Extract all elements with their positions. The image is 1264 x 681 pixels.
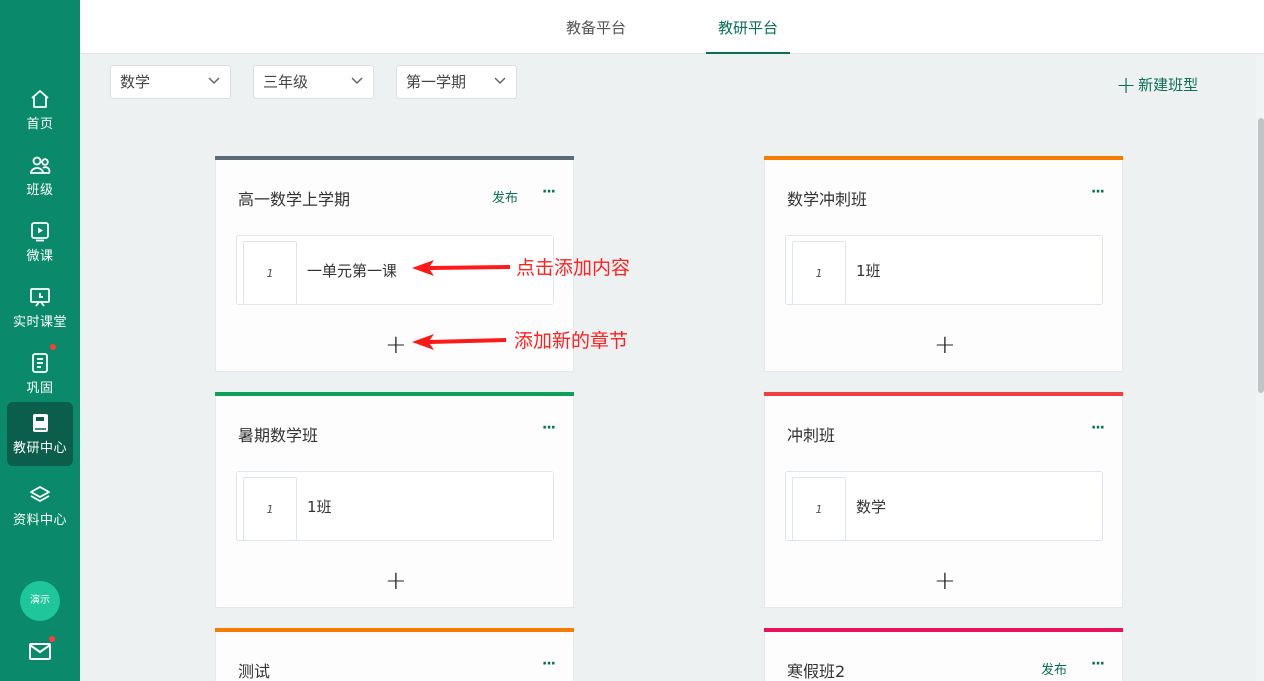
card-title: 高一数学上学期 [238,190,351,209]
lesson-item[interactable]: 1 数学 [785,471,1103,541]
sidebar-item-label: 巩固 [26,381,54,396]
lesson-number: 1 [243,241,297,305]
mail-icon[interactable] [28,640,52,662]
sidebar-item-resource-center[interactable]: 资料中心 [7,474,73,536]
layers-icon [30,486,50,502]
sidebar-item-research-center[interactable]: 教研中心 [7,402,73,466]
sidebar-item-label: 实时课堂 [12,315,67,330]
class-card: 暑期数学班 ··· 1 1班 + [215,392,574,608]
sidebar-item-label: 班级 [26,183,54,198]
annotation-click-add-content: 点击添加内容 [516,257,631,279]
card-color-bar [215,156,574,160]
tab-teaching-research[interactable]: 教研平台 [706,0,790,54]
add-chapter-button[interactable]: + [385,332,407,358]
lesson-number: 1 [243,477,297,541]
sidebar-item-home[interactable]: 首页 [7,78,73,140]
scrollbar-thumb[interactable] [1258,118,1264,393]
sidebar: 首页 班级 微课 实时课堂 巩固 教研中心 资料中心 演示 [0,0,80,681]
tab-lesson-prep[interactable]: 教备平台 [562,0,630,54]
class-card: 寒假班2 发布 ··· [764,628,1123,681]
home-icon [31,90,49,108]
card-color-bar [215,628,574,632]
users-icon [30,156,51,174]
card-title: 测试 [238,662,271,681]
more-options-icon[interactable]: ··· [1091,656,1105,672]
card-title: 冲刺班 [787,426,836,445]
publish-button[interactable]: 发布 [1041,659,1067,678]
sidebar-item-label: 教研中心 [12,441,67,456]
grade-select-value: 三年级 [263,73,309,91]
sidebar-item-label: 微课 [26,249,54,264]
more-options-icon[interactable]: ··· [542,656,556,672]
sidebar-item-classes[interactable]: 班级 [7,144,73,206]
lesson-number: 1 [792,477,846,541]
chevron-down-icon [494,77,506,85]
term-select[interactable]: 第一学期 [396,65,517,99]
add-chapter-button[interactable]: + [934,568,956,594]
more-options-icon[interactable]: ··· [542,420,556,436]
class-card: 数学冲刺班 ··· 1 1班 + [764,156,1123,372]
sidebar-item-label: 资料中心 [12,513,67,528]
card-color-bar [764,156,1123,160]
sidebar-item-consolidate[interactable]: 巩固 [7,342,73,404]
subject-select[interactable]: 数学 [110,65,231,99]
card-color-bar [764,628,1123,632]
lesson-title: 数学 [856,498,887,516]
book-icon [33,414,48,432]
notification-dot [50,344,56,350]
lesson-item[interactable]: 1 1班 [236,471,554,541]
card-title: 数学冲刺班 [787,190,868,209]
lesson-number: 1 [792,241,846,305]
class-card: 冲刺班 ··· 1 数学 + [764,392,1123,608]
annotation-arrow-icon [412,260,510,276]
lesson-title: 一单元第一课 [307,262,398,280]
new-class-type-label: 新建班型 [1138,76,1199,94]
classroom-icon [30,288,50,307]
sidebar-item-microlesson[interactable]: 微课 [7,210,73,272]
mail-notification-dot [49,636,55,642]
lesson-item[interactable]: 1 1班 [785,235,1103,305]
annotation-add-new-chapter: 添加新的章节 [514,330,629,352]
avatar[interactable]: 演示 [20,581,60,621]
grade-select[interactable]: 三年级 [253,65,374,99]
more-options-icon[interactable]: ··· [1091,420,1105,436]
subject-select-value: 数学 [120,73,151,91]
publish-button[interactable]: 发布 [492,187,518,206]
card-title: 暑期数学班 [238,426,319,445]
class-card: 测试 ··· [215,628,574,681]
notebook-icon [32,353,48,373]
video-icon [31,222,49,242]
lesson-title: 1班 [856,262,881,280]
sidebar-item-label: 首页 [26,117,54,132]
plus-icon: + [1116,70,1137,99]
sidebar-item-live-class[interactable]: 实时课堂 [7,276,73,338]
top-navigation: 教备平台 教研平台 [80,0,1264,54]
more-options-icon[interactable]: ··· [1091,184,1105,200]
annotation-arrow-icon [412,334,506,350]
term-select-value: 第一学期 [406,73,467,91]
chevron-down-icon [351,77,363,85]
card-color-bar [764,392,1123,396]
add-chapter-button[interactable]: + [385,568,407,594]
chevron-down-icon [208,77,220,85]
card-color-bar [215,392,574,396]
card-title: 寒假班2 [787,662,846,681]
new-class-type-button[interactable]: + 新建班型 [1116,70,1199,99]
lesson-title: 1班 [307,498,332,516]
add-chapter-button[interactable]: + [934,332,956,358]
more-options-icon[interactable]: ··· [542,184,556,200]
